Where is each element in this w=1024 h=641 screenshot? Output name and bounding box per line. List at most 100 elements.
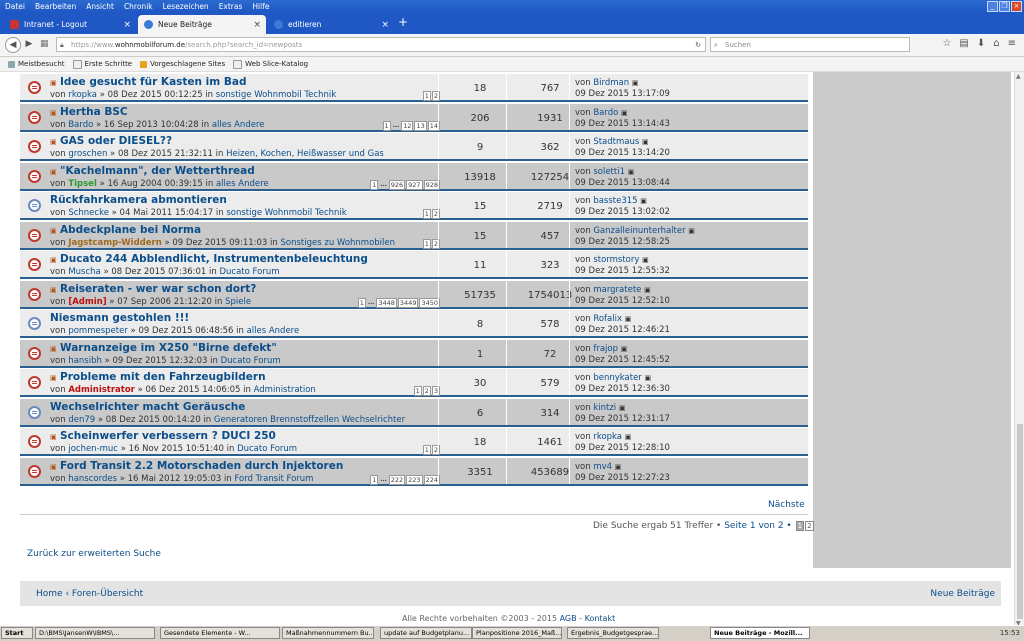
- last-post-author-link[interactable]: Ganzalleinunterhalter: [593, 226, 685, 236]
- last-post-author-link[interactable]: soletti1: [593, 167, 625, 177]
- page-link[interactable]: 1: [422, 238, 431, 249]
- author-link[interactable]: Administrator: [68, 385, 135, 395]
- page-link[interactable]: 3449: [397, 297, 419, 308]
- download-icon[interactable]: ⬇: [977, 38, 985, 49]
- tab-neue-beitraege[interactable]: Neue Beiträge ×: [138, 15, 266, 34]
- vertical-scrollbar[interactable]: ▲ ▼: [1014, 72, 1024, 628]
- topic-title-link[interactable]: Idee gesucht für Kasten im Bad: [60, 76, 246, 88]
- forward-button[interactable]: ▶: [22, 37, 36, 51]
- topic-title-link[interactable]: GAS oder DIESEL??: [60, 135, 172, 147]
- new-posts-link[interactable]: Neue Beiträge: [930, 589, 995, 599]
- author-link[interactable]: groschen: [68, 149, 107, 159]
- restore-icon[interactable]: ❐: [999, 1, 1010, 12]
- forum-link[interactable]: alles Andere: [212, 120, 265, 130]
- page-link[interactable]: 926: [388, 179, 406, 190]
- tab-close-icon[interactable]: ×: [381, 20, 389, 30]
- new-post-icon[interactable]: ▣: [50, 227, 57, 235]
- forum-link[interactable]: Ducato Forum: [219, 267, 279, 277]
- page-link[interactable]: 3448: [376, 297, 397, 308]
- agb-link[interactable]: AGB: [560, 614, 577, 623]
- goto-post-icon[interactable]: ▣: [642, 138, 649, 146]
- goto-post-icon[interactable]: ▣: [632, 79, 639, 87]
- forum-link[interactable]: Ford Transit Forum: [234, 474, 313, 484]
- page-link[interactable]: 223: [406, 474, 423, 485]
- goto-post-icon[interactable]: ▣: [621, 345, 628, 353]
- page-2-button[interactable]: 2: [805, 521, 814, 531]
- scrollbar-thumb[interactable]: [1017, 424, 1023, 619]
- forum-link[interactable]: Spiele: [225, 297, 251, 307]
- menu-item[interactable]: Bearbeiten: [30, 2, 81, 11]
- page-link[interactable]: 2: [422, 386, 431, 396]
- scroll-up-icon[interactable]: ▲: [1016, 73, 1021, 80]
- home-icon[interactable]: ⌂: [993, 38, 999, 49]
- author-link[interactable]: Schnecke: [68, 208, 109, 218]
- new-post-icon[interactable]: ▣: [50, 79, 57, 87]
- new-post-icon[interactable]: ▣: [50, 168, 57, 176]
- page-link[interactable]: 1: [422, 445, 431, 455]
- taskbar-item[interactable]: Ergebnis_Budgetgesprae...: [567, 627, 659, 639]
- new-post-icon[interactable]: ▣: [50, 374, 57, 382]
- topic-title-link[interactable]: Hertha BSC: [60, 106, 128, 118]
- goto-post-icon[interactable]: ▣: [688, 227, 695, 235]
- back-button[interactable]: ◀: [5, 37, 21, 53]
- author-link[interactable]: pommespeter: [68, 326, 128, 336]
- minimize-icon[interactable]: _: [987, 1, 998, 12]
- reload-icon[interactable]: ↻: [695, 38, 701, 53]
- menu-item[interactable]: Lesezeichen: [158, 2, 214, 11]
- forum-link[interactable]: Sonstiges zu Wohnmobilen: [281, 238, 396, 248]
- new-post-icon[interactable]: ▣: [50, 433, 57, 441]
- page-link[interactable]: 1: [422, 91, 431, 101]
- tab-intranet[interactable]: Intranet - Logout ×: [4, 15, 136, 34]
- topic-title-link[interactable]: Reiseraten - wer war schon dort?: [60, 283, 256, 295]
- author-link[interactable]: Jagstcamp-Widdern: [68, 238, 161, 248]
- taskbar-item[interactable]: D:\BMS\JansenW\IBMS\...: [35, 627, 155, 639]
- topic-title-link[interactable]: Niesmann gestohlen !!!: [50, 312, 189, 324]
- goto-post-icon[interactable]: ▣: [615, 463, 622, 471]
- taskbar-item[interactable]: update auf Budgetplanu...: [380, 627, 472, 639]
- last-post-author-link[interactable]: Rofalix: [593, 314, 622, 324]
- goto-post-icon[interactable]: ▣: [628, 168, 635, 176]
- forum-link[interactable]: alles Andere: [216, 179, 269, 189]
- page-link[interactable]: 12: [401, 120, 414, 131]
- next-page-link[interactable]: Nächste: [768, 500, 805, 510]
- last-post-author-link[interactable]: basste315: [593, 196, 637, 206]
- last-post-author-link[interactable]: stormstory: [593, 255, 639, 265]
- author-link[interactable]: Bardo: [68, 120, 93, 130]
- forum-link[interactable]: sonstige Wohnmobil Technik: [226, 208, 346, 218]
- bookmark-meistbesucht[interactable]: Meistbesucht: [8, 60, 65, 68]
- taskbar-item[interactable]: Maßnahmennummern Bu...: [282, 627, 374, 639]
- goto-post-icon[interactable]: ▣: [625, 433, 632, 441]
- new-post-icon[interactable]: ▣: [50, 109, 57, 117]
- author-link[interactable]: Tipsel: [68, 179, 97, 189]
- page-1-button[interactable]: 1: [795, 521, 805, 531]
- topic-title-link[interactable]: Scheinwerfer verbessern ? DUCI 250: [60, 430, 276, 442]
- author-link[interactable]: den79: [68, 415, 95, 425]
- topic-title-link[interactable]: Probleme mit den Fahrzeugbildern: [60, 371, 266, 383]
- forum-link[interactable]: Ducato Forum: [221, 356, 281, 366]
- author-link[interactable]: hansibh: [68, 356, 102, 366]
- last-post-author-link[interactable]: frajop: [593, 344, 618, 354]
- topic-title-link[interactable]: Ducato 244 Abblendlicht, Instrumentenbel…: [60, 253, 368, 265]
- page-link[interactable]: 1: [413, 386, 422, 396]
- menu-item[interactable]: Hilfe: [247, 2, 274, 11]
- goto-post-icon[interactable]: ▣: [619, 404, 626, 412]
- last-post-author-link[interactable]: rkopka: [593, 432, 622, 442]
- kontakt-link[interactable]: Kontakt: [585, 614, 616, 623]
- menu-item[interactable]: Chronik: [119, 2, 158, 11]
- new-post-icon[interactable]: ▣: [50, 463, 57, 471]
- goto-post-icon[interactable]: ▣: [642, 256, 649, 264]
- author-link[interactable]: Muscha: [68, 267, 100, 277]
- menu-item[interactable]: Datei: [0, 2, 30, 11]
- goto-post-icon[interactable]: ▣: [644, 286, 651, 294]
- page-indicator[interactable]: Seite 1 von 2 •: [724, 521, 792, 531]
- topic-title-link[interactable]: Warnanzeige im X250 "Birne defekt": [60, 342, 277, 354]
- taskbar-item[interactable]: Planpositione 2016_Maß...: [472, 627, 562, 639]
- author-link[interactable]: hanscordes: [68, 474, 117, 484]
- goto-post-icon[interactable]: ▣: [625, 315, 632, 323]
- topic-title-link[interactable]: Wechselrichter macht Geräusche: [50, 401, 245, 413]
- goto-post-icon[interactable]: ▣: [640, 197, 647, 205]
- bookmark-vorgeschlagene-sites[interactable]: Vorgeschlagene Sites: [140, 60, 225, 68]
- page-link[interactable]: 3450: [419, 297, 440, 308]
- last-post-author-link[interactable]: margratete: [593, 285, 641, 295]
- url-bar[interactable]: 🔒︎ https://www.wohnmobilforum.de/search.…: [56, 37, 706, 52]
